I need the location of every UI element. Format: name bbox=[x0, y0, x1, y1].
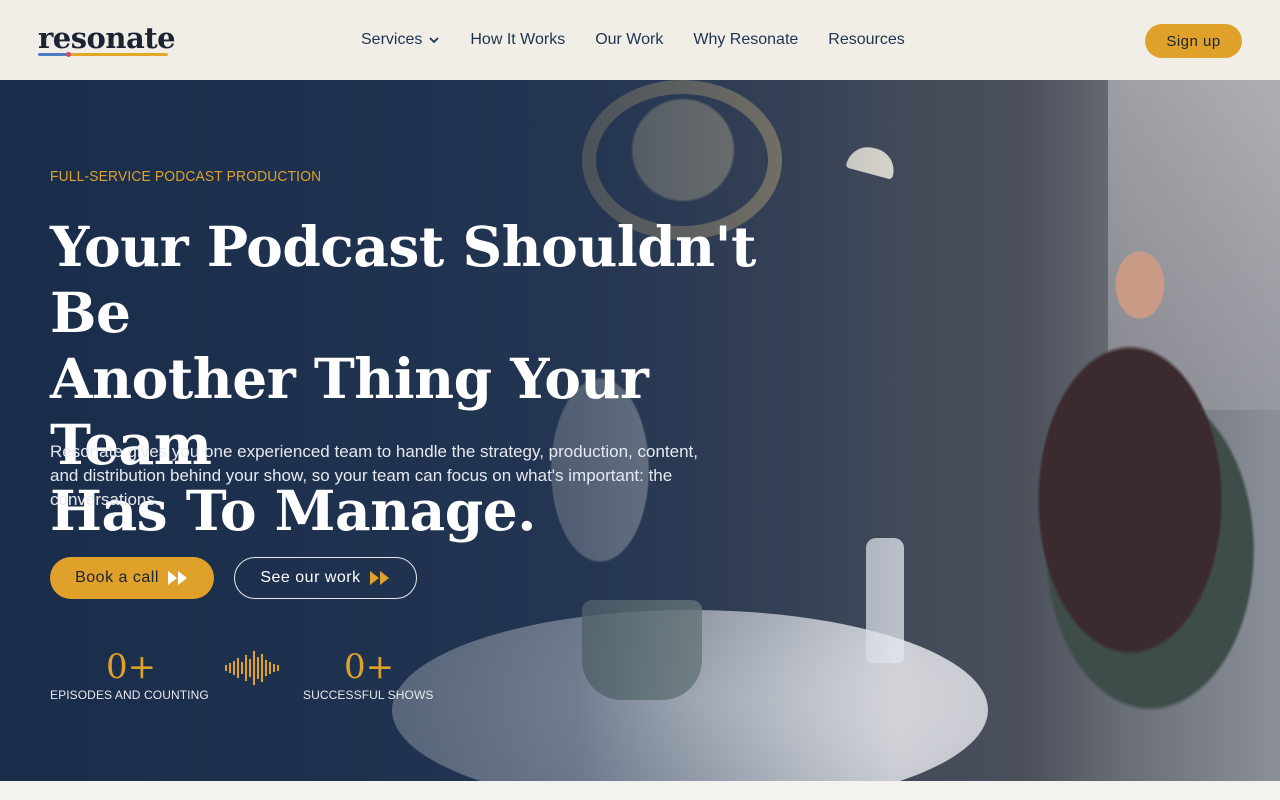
hero-eyebrow: FULL-SERVICE PODCAST PRODUCTION bbox=[50, 168, 322, 185]
top-nav: resonate Services How It Works Our Work … bbox=[0, 0, 1280, 80]
chevron-down-icon bbox=[429, 37, 439, 44]
nav-item-why-resonate[interactable]: Why Resonate bbox=[693, 29, 798, 51]
book-call-label: Book a call bbox=[75, 569, 159, 586]
fast-forward-icon bbox=[369, 571, 389, 585]
fast-forward-icon bbox=[167, 571, 187, 585]
stat-label: SUCCESSFUL SHOWS bbox=[303, 688, 434, 702]
nav-item-resources[interactable]: Resources bbox=[828, 29, 904, 51]
nav-item-label: Resources bbox=[828, 31, 905, 48]
logo-underline bbox=[38, 53, 168, 56]
signup-button[interactable]: Sign up bbox=[1145, 24, 1242, 58]
see-work-label: See our work bbox=[260, 569, 361, 586]
nav-item-our-work[interactable]: Our Work bbox=[595, 29, 663, 51]
nav-item-label: Our Work bbox=[595, 31, 664, 48]
headline-line: Your Podcast Shouldn't Be bbox=[50, 214, 756, 345]
main-menu: Services How It Works Our Work Why Reson… bbox=[361, 29, 905, 51]
nav-item-how-it-works[interactable]: How It Works bbox=[470, 29, 565, 51]
nav-item-services[interactable]: Services bbox=[361, 29, 440, 51]
audio-waveform-icon bbox=[225, 651, 279, 685]
nav-item-label: Services bbox=[361, 31, 423, 48]
stat-label: EPISODES AND COUNTING bbox=[50, 688, 209, 702]
hero-subtext: Resonate gives you one experienced team … bbox=[50, 442, 698, 509]
stat-value: 0+ bbox=[344, 647, 395, 687]
stat-value: 0+ bbox=[106, 647, 157, 687]
logo[interactable]: resonate bbox=[38, 22, 176, 54]
logo-dot bbox=[66, 52, 71, 57]
book-call-button[interactable]: Book a call bbox=[50, 557, 214, 599]
nav-item-label: How It Works bbox=[470, 31, 566, 48]
stat-episodes: 0+ EPISODES AND COUNTING bbox=[50, 650, 209, 702]
next-section-edge bbox=[0, 781, 1280, 800]
see-work-button[interactable]: See our work bbox=[234, 557, 417, 599]
nav-item-label: Why Resonate bbox=[693, 31, 799, 48]
stat-shows: 0+ SUCCESSFUL SHOWS bbox=[303, 650, 434, 702]
